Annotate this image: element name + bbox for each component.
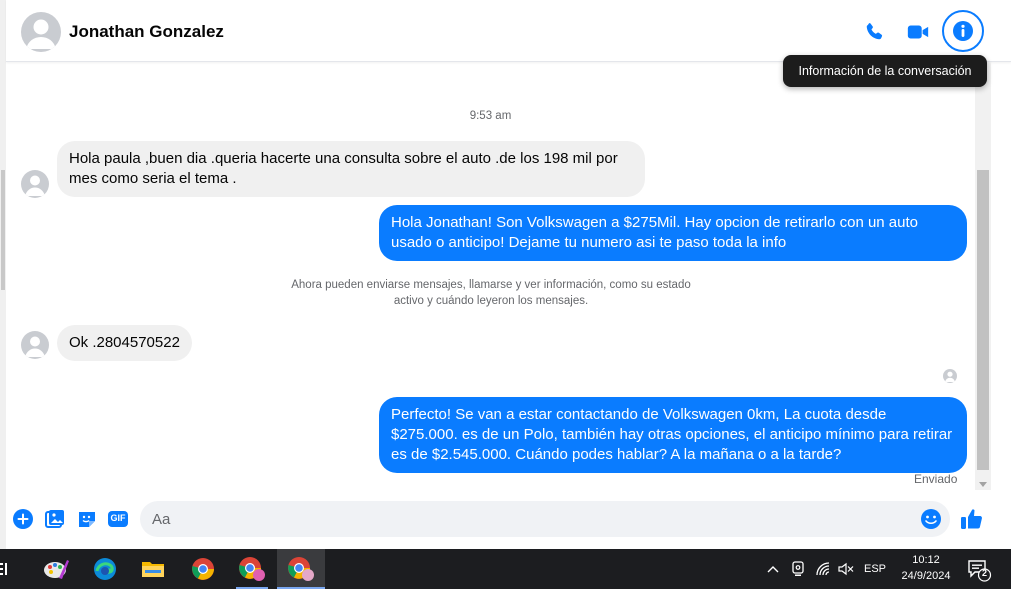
sticker-button[interactable] [76,508,98,530]
attach-photo-button[interactable] [44,508,66,530]
plus-circle-icon [13,509,33,529]
taskbar-clock[interactable]: 10:12 24/9/2024 [888,552,964,584]
notification-center-button[interactable]: 2 [966,557,992,583]
more-actions-button[interactable] [12,508,34,530]
message-bubble-incoming[interactable]: Hola paula ,buen dia .queria hacerte una… [57,141,645,197]
scroll-down-arrow-icon[interactable] [979,482,987,487]
left-edge-scroll-mark [1,170,5,290]
tray-volume[interactable] [836,549,856,589]
video-camera-icon [907,25,929,39]
chrome-profile-icon [239,557,265,581]
taskbar-app-paint[interactable] [32,549,80,589]
message-list-scrollbar[interactable] [975,62,991,490]
chrome-profile-icon [288,557,314,581]
clock-time: 10:12 [912,554,940,566]
windows-taskbar: ESP 10:12 24/9/2024 2 [0,549,1011,589]
sent-status: Enviado [914,472,958,486]
taskbar-app-chrome-profile-active[interactable] [277,549,325,589]
notification-count-badge: 2 [981,568,987,578]
taskbar-app-chrome-profile-c[interactable] [228,549,276,589]
tray-language[interactable]: ESP [860,549,890,589]
read-receipt-avatar [943,369,957,383]
conversation-header: Jonathan Gonzalez [6,0,1011,62]
message-input[interactable] [152,501,912,537]
tray-meet-now[interactable] [788,549,808,589]
system-notice: Ahora pueden enviarse mensajes, llamarse… [291,279,691,307]
messenger-window: Jonathan Gonzalez Información de la conv… [0,0,1011,589]
photo-icon [45,510,64,528]
thumbs-up-icon [961,509,982,529]
sticker-icon [79,512,95,527]
message-list[interactable]: 9:53 am Hola paula ,buen dia .queria hac… [6,62,975,490]
send-like-button[interactable] [959,506,985,532]
audio-call-button[interactable] [857,15,891,49]
message-timestamp: 9:53 am [469,110,512,122]
video-call-button[interactable] [901,15,935,49]
sender-avatar[interactable] [21,331,49,359]
message-bubble-incoming[interactable]: Ok .2804570522 [57,325,192,361]
sender-avatar[interactable] [21,170,49,198]
paint-palette-icon [44,560,69,579]
gif-button[interactable]: GIF [107,508,129,530]
message-bubble-outgoing[interactable]: Perfecto! Se van a estar contactando de … [379,397,967,473]
chevron-up-icon [767,566,779,573]
chrome-icon [192,558,214,580]
taskbar-app-file-explorer[interactable] [129,549,177,589]
edge-browser-icon [94,558,116,580]
message-input-container [140,501,950,537]
message-composer: GIF [6,490,1011,548]
taskbar-app-chrome[interactable] [179,549,227,589]
info-icon [953,21,973,41]
gif-label: GIF [110,513,126,523]
volume-muted-icon [838,562,854,576]
conversation-info-button[interactable] [942,10,984,52]
clock-date: 24/9/2024 [901,570,951,582]
scrollbar-thumb[interactable] [977,170,989,470]
phone-icon [866,23,883,40]
device-icon [792,561,804,576]
task-view-button[interactable] [0,549,14,589]
message-bubble-outgoing[interactable]: Hola Jonathan! Son Volkswagen a $275Mil.… [379,205,967,261]
task-view-icon [0,563,7,575]
wifi-icon [816,562,830,576]
taskbar-app-edge[interactable] [81,549,129,589]
info-tooltip: Información de la conversación [783,55,987,87]
emoji-smiley-icon [921,509,941,529]
contact-avatar[interactable] [21,12,61,52]
folder-icon [142,562,164,577]
contact-name[interactable]: Jonathan Gonzalez [69,22,224,42]
tray-network[interactable] [813,549,835,589]
show-hidden-icons-button[interactable] [764,549,782,589]
emoji-button[interactable] [920,508,942,530]
